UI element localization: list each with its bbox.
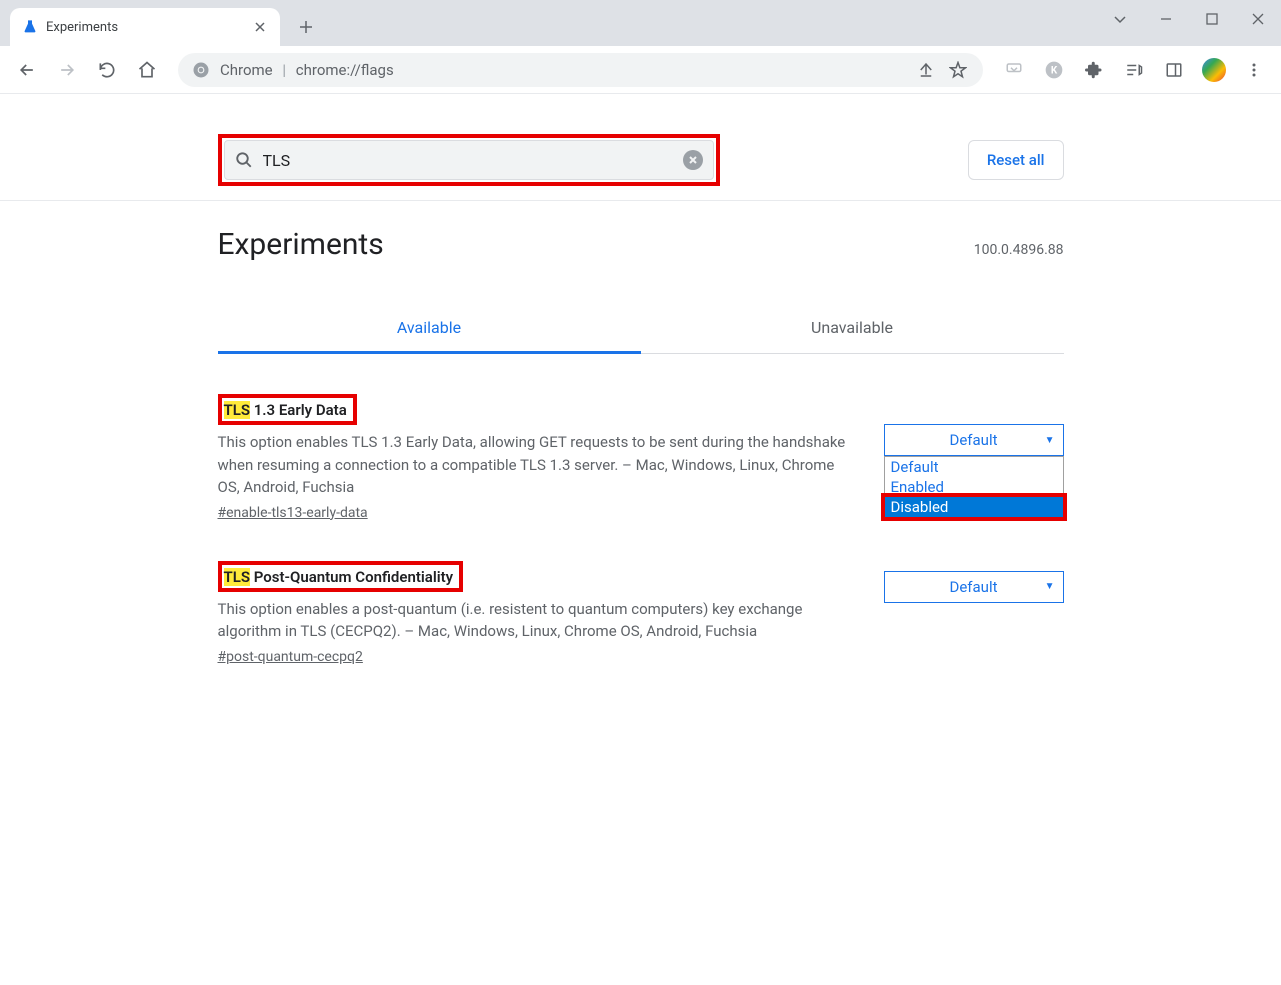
- forward-button[interactable]: [50, 53, 84, 87]
- select-value: Default: [950, 431, 998, 449]
- dropdown-option-default[interactable]: Default: [885, 457, 1063, 477]
- search-input[interactable]: [263, 151, 673, 170]
- flask-icon: [22, 19, 38, 35]
- side-panel-icon[interactable]: [1157, 53, 1191, 87]
- flag-description: This option enables a post-quantum (i.e.…: [218, 598, 854, 643]
- browser-toolbar: Chrome | chrome://flags K: [0, 46, 1281, 94]
- share-icon[interactable]: [915, 53, 937, 87]
- flag-title: TLS 1.3 Early Data: [224, 401, 347, 419]
- media-icon[interactable]: [1117, 53, 1151, 87]
- chevron-down-icon: ▼: [1045, 435, 1055, 446]
- tab-strip: Experiments: [0, 0, 1281, 46]
- tab-unavailable[interactable]: Unavailable: [641, 302, 1064, 353]
- flag-title: TLS Post-Quantum Confidentiality: [224, 568, 454, 586]
- flag-dropdown: Default Enabled Disabled: [884, 456, 1064, 518]
- select-value: Default: [950, 578, 998, 596]
- address-text: Chrome | chrome://flags: [220, 61, 905, 79]
- tab-available[interactable]: Available: [218, 302, 641, 353]
- extension-k-icon[interactable]: K: [1037, 53, 1071, 87]
- close-window-button[interactable]: [1235, 0, 1281, 38]
- browser-tab[interactable]: Experiments: [10, 8, 280, 46]
- flag-hash-link[interactable]: #enable-tls13-early-data: [218, 505, 368, 521]
- home-button[interactable]: [130, 53, 164, 87]
- chevron-down-icon[interactable]: [1097, 0, 1143, 38]
- dropdown-option-disabled[interactable]: Disabled: [881, 493, 1067, 521]
- chevron-down-icon: ▼: [1045, 581, 1055, 592]
- search-box: [224, 140, 714, 180]
- page-content: Reset all Experiments 100.0.4896.88 Avai…: [0, 94, 1281, 985]
- page-title: Experiments: [218, 227, 384, 262]
- minimize-button[interactable]: [1143, 0, 1189, 38]
- search-highlight-box: [218, 134, 720, 186]
- maximize-button[interactable]: [1189, 0, 1235, 38]
- bookmark-icon[interactable]: [947, 53, 969, 87]
- clear-search-icon[interactable]: [683, 150, 703, 170]
- new-tab-button[interactable]: [292, 13, 320, 41]
- reset-all-button[interactable]: Reset all: [968, 140, 1064, 180]
- profile-avatar[interactable]: [1202, 58, 1226, 82]
- pocket-icon[interactable]: [997, 53, 1031, 87]
- menu-icon[interactable]: [1237, 53, 1271, 87]
- reload-button[interactable]: [90, 53, 124, 87]
- flags-body: Experiments 100.0.4896.88 Available Unav…: [218, 201, 1064, 665]
- svg-text:K: K: [1051, 65, 1058, 76]
- address-bar[interactable]: Chrome | chrome://flags: [178, 53, 983, 87]
- version-label: 100.0.4896.88: [974, 242, 1064, 258]
- tab-title: Experiments: [46, 20, 244, 35]
- flag-description: This option enables TLS 1.3 Early Data, …: [218, 431, 854, 499]
- flag-select[interactable]: Default ▼: [884, 571, 1064, 603]
- back-button[interactable]: [10, 53, 44, 87]
- flag-item: TLS 1.3 Early Data This option enables T…: [218, 394, 1064, 521]
- extensions-icon[interactable]: [1077, 53, 1111, 87]
- search-icon: [235, 151, 253, 169]
- flag-title-highlight-box: TLS 1.3 Early Data: [218, 394, 357, 425]
- chrome-icon: [192, 61, 210, 79]
- flag-select[interactable]: Default ▼: [884, 424, 1064, 456]
- flag-item: TLS Post-Quantum Confidentiality This op…: [218, 561, 1064, 665]
- flag-hash-link[interactable]: #post-quantum-cecpq2: [218, 649, 363, 665]
- flag-title-highlight-box: TLS Post-Quantum Confidentiality: [218, 561, 464, 592]
- flags-header-bar: Reset all: [0, 94, 1281, 201]
- window-controls: [1097, 0, 1281, 38]
- close-icon[interactable]: [252, 19, 268, 35]
- tabs: Available Unavailable: [218, 302, 1064, 354]
